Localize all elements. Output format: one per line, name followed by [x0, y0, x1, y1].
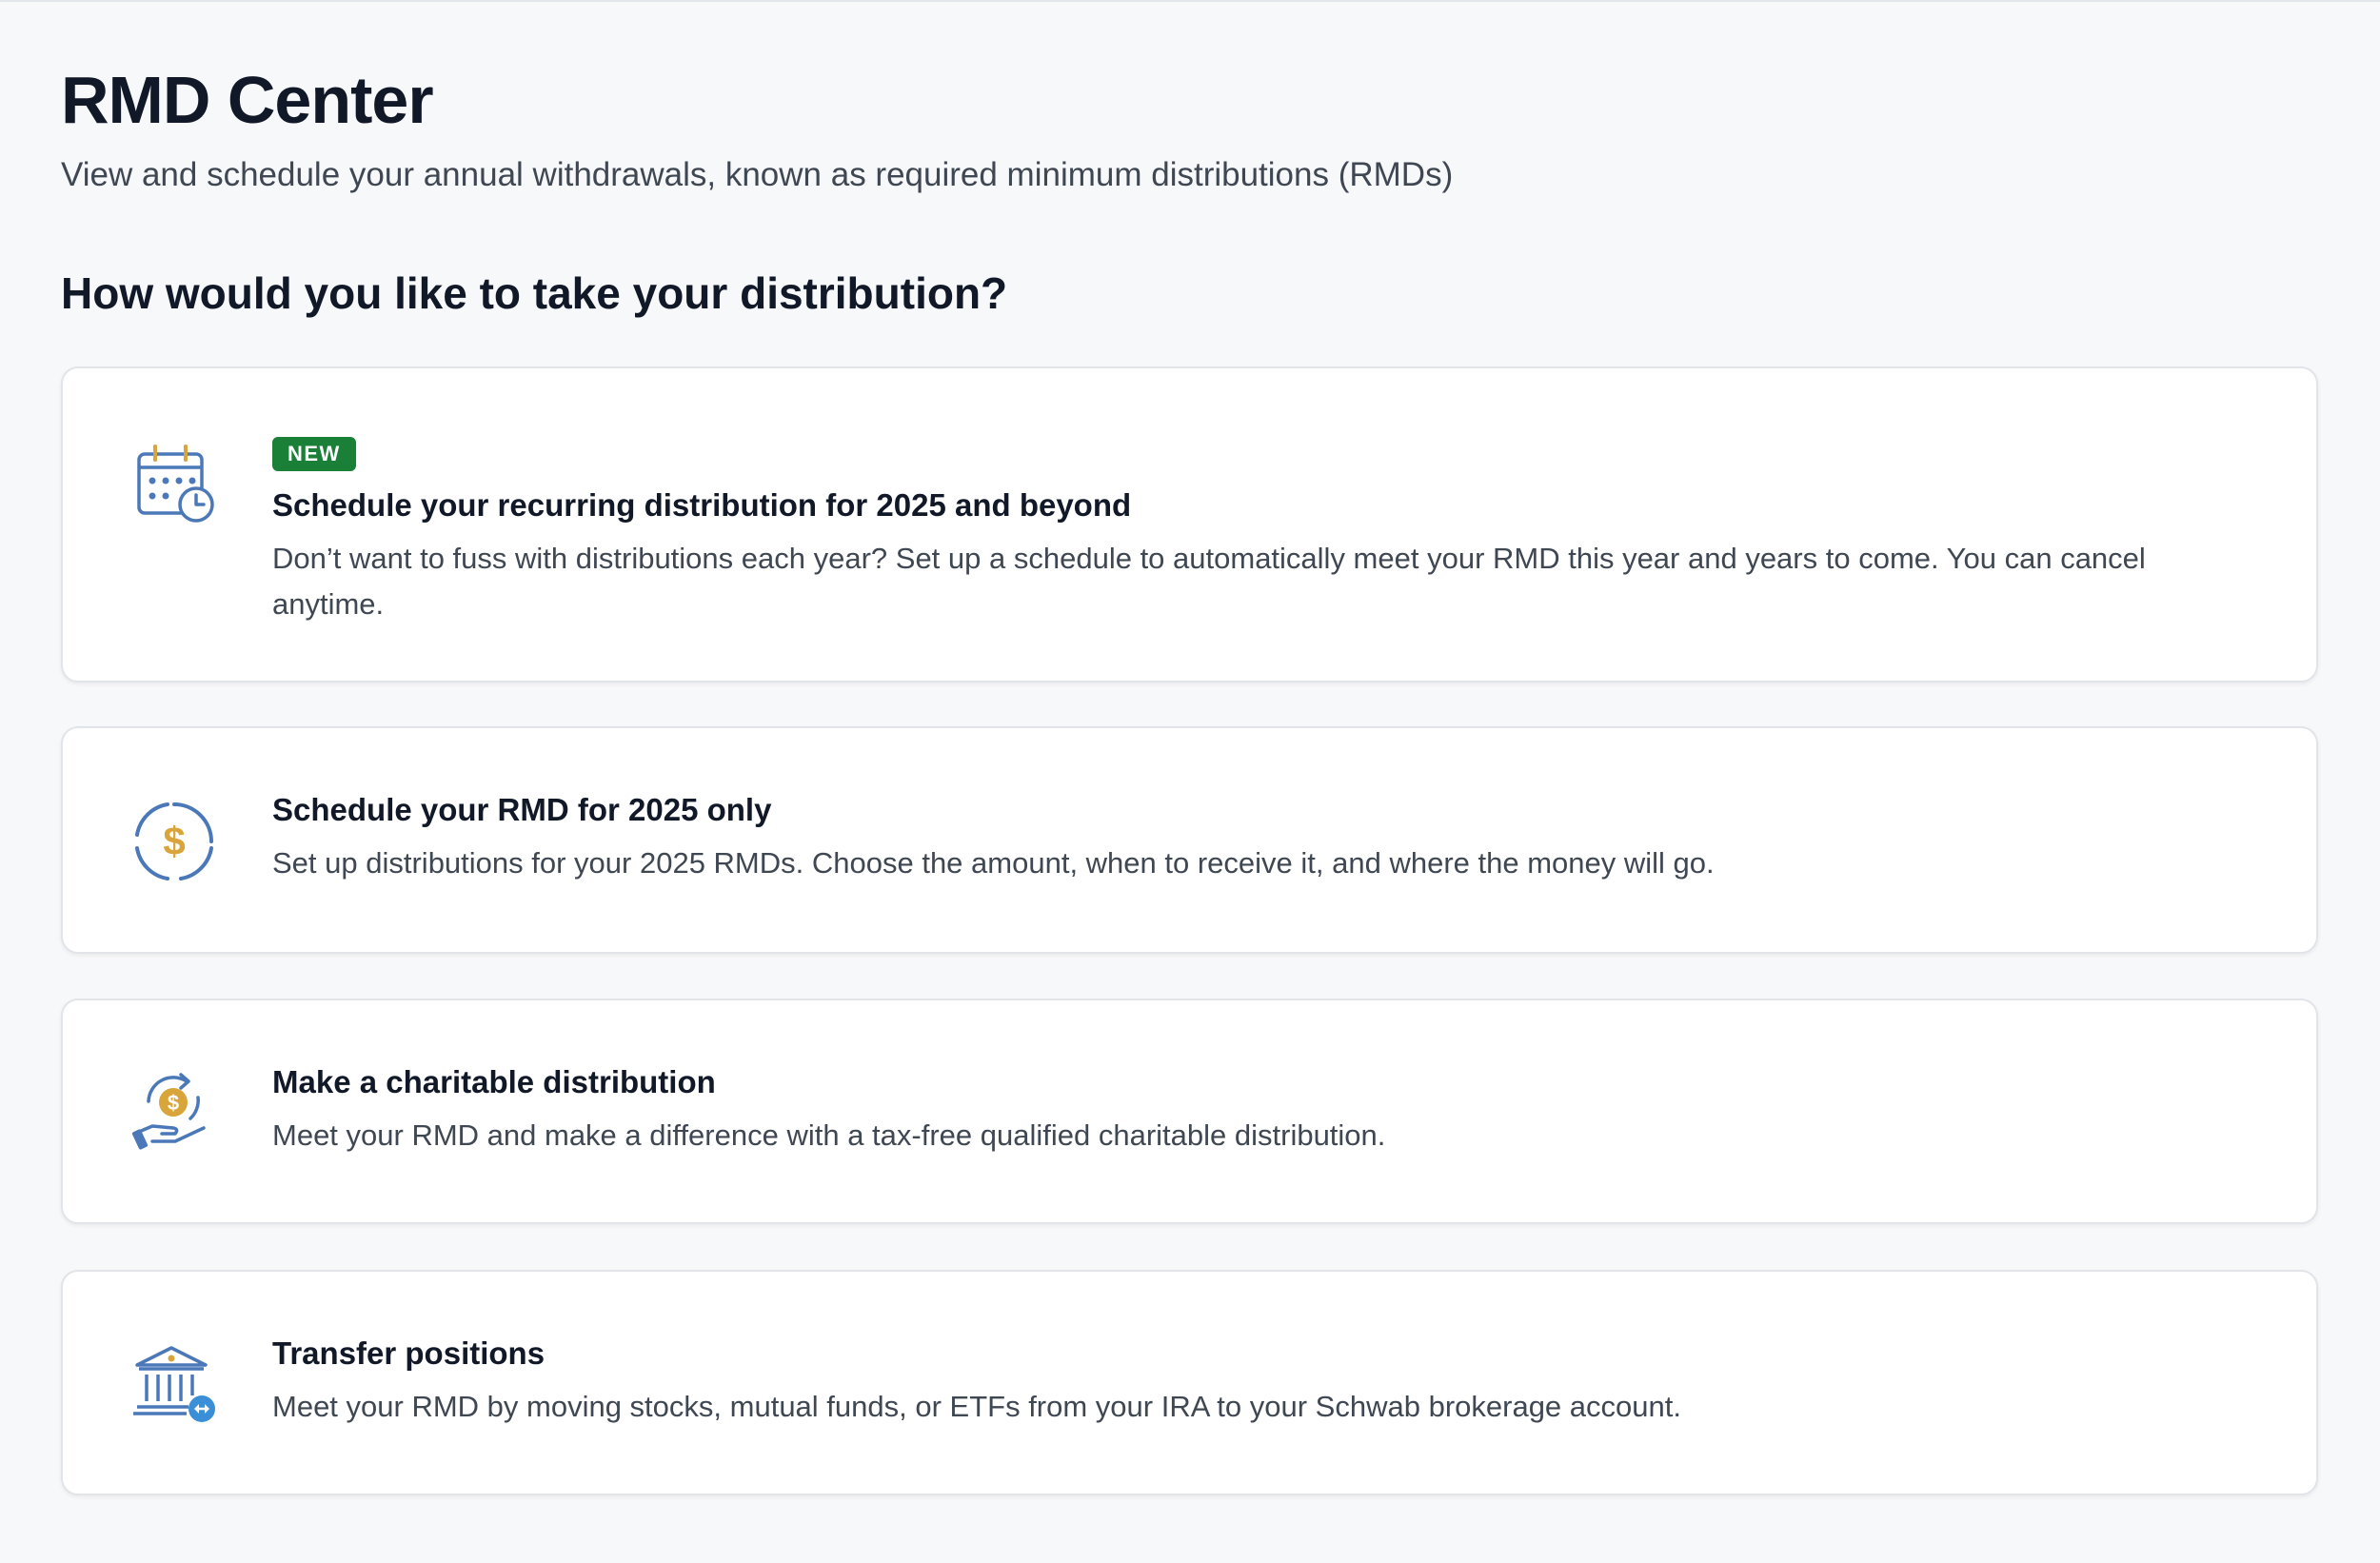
new-badge: NEW [272, 437, 356, 471]
calendar-clock-icon [131, 441, 217, 526]
option-content: Schedule your RMD for 2025 only Set up d… [272, 789, 2211, 886]
distribution-question-heading: How would you like to take your distribu… [61, 268, 1008, 318]
top-divider [0, 0, 2380, 2]
charity-hand-icon: $ [131, 1069, 217, 1155]
page-subtitle: View and schedule your annual withdrawal… [61, 156, 1454, 193]
svg-text:$: $ [163, 819, 185, 863]
option-card-charitable-distribution[interactable]: $ Make a charitable distribution Meet yo… [61, 999, 2318, 1224]
option-content: Make a charitable distribution Meet your… [272, 1061, 2211, 1158]
page-title: RMD Center [61, 63, 434, 137]
option-content: NEW Schedule your recurring distribution… [272, 437, 2211, 627]
option-description: Meet your RMD by moving stocks, mutual f… [272, 1390, 1681, 1423]
option-card-transfer-positions[interactable]: Transfer positions Meet your RMD by movi… [61, 1270, 2318, 1495]
dollar-circle-icon: $ [131, 799, 217, 884]
option-description: Don’t want to fuss with distributions ea… [272, 542, 2146, 621]
option-title: Transfer positions [272, 1335, 545, 1371]
option-title: Schedule your RMD for 2025 only [272, 792, 772, 827]
option-description: Set up distributions for your 2025 RMDs.… [272, 846, 1715, 880]
option-content: Transfer positions Meet your RMD by movi… [272, 1333, 2211, 1430]
option-description: Meet your RMD and make a difference with… [272, 1118, 1386, 1152]
bank-transfer-icon [131, 1342, 217, 1428]
option-card-2025-only[interactable]: $ Schedule your RMD for 2025 only Set up… [61, 726, 2318, 954]
option-card-recurring-distribution[interactable]: NEW Schedule your recurring distribution… [61, 366, 2318, 683]
option-title: Make a charitable distribution [272, 1064, 716, 1099]
svg-text:$: $ [168, 1091, 179, 1115]
option-title: Schedule your recurring distribution for… [272, 487, 1132, 523]
